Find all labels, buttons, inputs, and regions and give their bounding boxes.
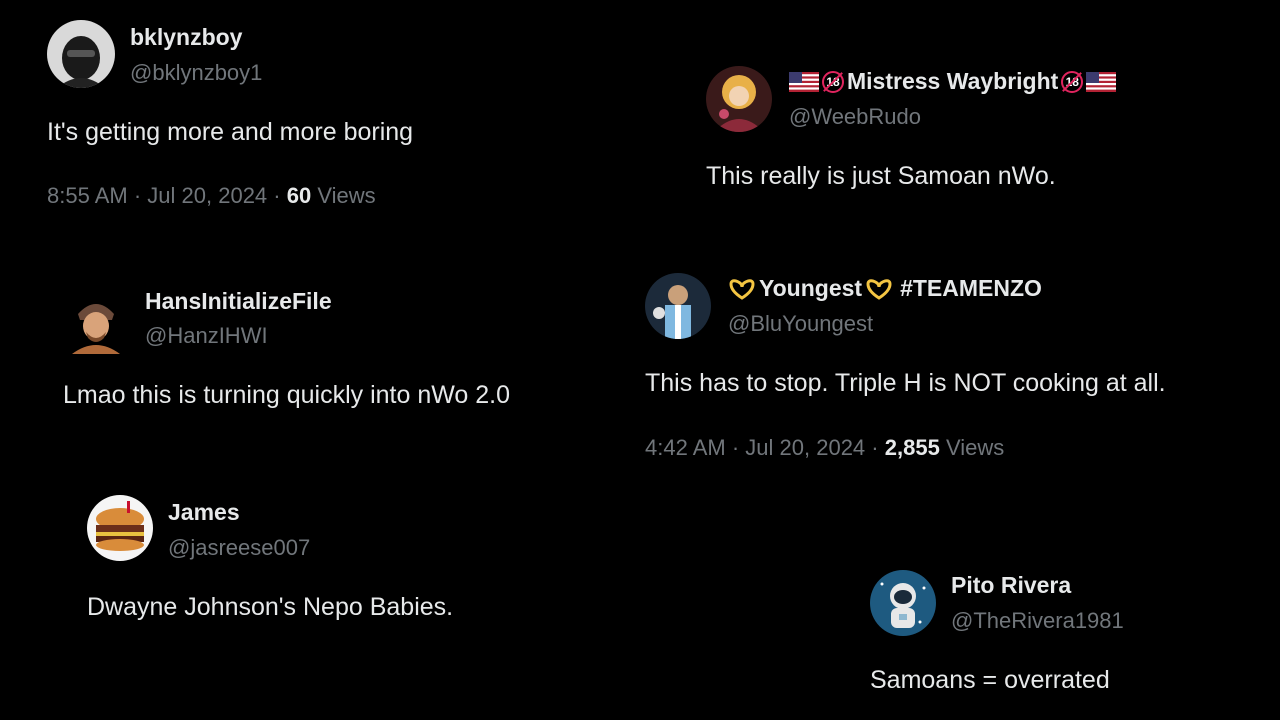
avatar[interactable]: [645, 273, 711, 339]
tweet-date[interactable]: Jul 20, 2024: [745, 435, 865, 460]
user-avatar-icon: [47, 20, 115, 88]
user-avatar-icon: [870, 570, 936, 636]
user-avatar-icon: [645, 273, 711, 339]
display-name[interactable]: bklynzboy: [130, 24, 242, 51]
user-avatar-icon: [87, 495, 153, 561]
user-avatar-icon: [706, 66, 772, 132]
us-flag-icon: [789, 71, 819, 92]
views-label: Views: [317, 183, 376, 208]
user-handle[interactable]: @WeebRudo: [789, 104, 921, 130]
display-name[interactable]: Youngest #TEAMENZO: [728, 275, 1042, 302]
tweet-text: Samoans = overrated: [870, 666, 1110, 694]
separator: ·: [871, 435, 879, 460]
user-avatar-icon: [64, 290, 128, 354]
separator: ·: [273, 183, 281, 208]
tweet-time[interactable]: 4:42 AM: [645, 435, 726, 460]
tweet-time[interactable]: 8:55 AM: [47, 183, 128, 208]
avatar[interactable]: [87, 495, 153, 561]
tweet-metadata: 4:42 AM · Jul 20, 2024 · 2,855 Views: [645, 435, 1004, 461]
views-count: 2,855: [884, 435, 940, 460]
display-name[interactable]: HansInitializeFile: [145, 288, 332, 315]
display-name[interactable]: 18 Mistress Waybright 18: [789, 68, 1117, 95]
separator: ·: [133, 183, 142, 208]
tweet-text: Dwayne Johnson's Nepo Babies.: [87, 593, 454, 621]
age-restriction-icon: 18: [822, 70, 844, 93]
tweet-text: This has to stop. Triple H is NOT cookin…: [645, 369, 1166, 397]
heart-hands-icon: [729, 278, 755, 300]
display-name[interactable]: Pito Rivera: [951, 572, 1071, 599]
avatar[interactable]: [870, 570, 936, 636]
tweet-text: This really is just Samoan nWo.: [706, 162, 1056, 190]
user-handle[interactable]: @HanzIHWI: [145, 323, 268, 349]
separator: ·: [731, 435, 740, 460]
age-restriction-icon: 18: [1061, 70, 1084, 93]
us-flag-icon: [1086, 71, 1117, 92]
tweet-metadata: 8:55 AM · Jul 20, 2024 · 60 Views: [47, 183, 376, 209]
user-handle[interactable]: @TheRivera1981: [951, 608, 1124, 634]
views-count: 60: [286, 183, 312, 208]
heart-hands-icon: [866, 278, 892, 300]
display-name[interactable]: James: [168, 499, 240, 526]
user-handle[interactable]: @jasreese007: [168, 535, 310, 561]
views-label: Views: [945, 435, 1005, 460]
avatar[interactable]: [47, 20, 115, 88]
tweet-text: Lmao this is turning quickly into nWo 2.…: [63, 381, 510, 409]
avatar[interactable]: [64, 290, 128, 354]
avatar[interactable]: [706, 66, 772, 132]
user-handle[interactable]: @BluYoungest: [728, 311, 873, 337]
tweet-text: It's getting more and more boring: [47, 118, 414, 146]
user-handle[interactable]: @bklynzboy1: [130, 60, 262, 86]
tweet-date[interactable]: Jul 20, 2024: [147, 183, 267, 208]
